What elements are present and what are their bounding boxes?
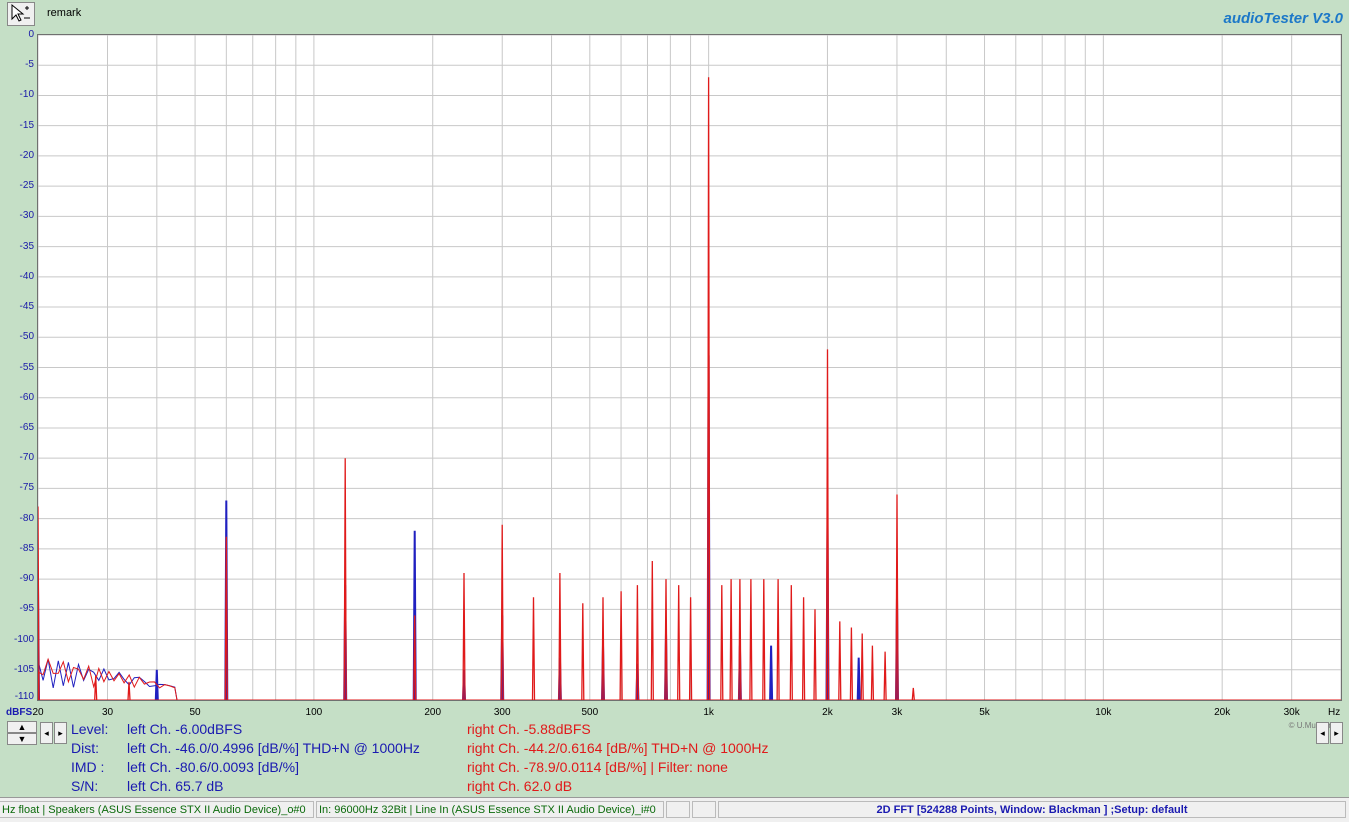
x-tick-label: 100 — [305, 707, 323, 718]
x-tick-label: 300 — [493, 707, 511, 718]
y-range-up-button[interactable]: ▲ — [7, 721, 37, 733]
right-channel-peak — [650, 560, 654, 700]
y-tick-label: -80 — [19, 512, 34, 524]
y-tick-label: -100 — [13, 633, 34, 645]
x-zoom-right-button[interactable]: ▸ — [1330, 722, 1343, 744]
y-tick-label: -25 — [19, 180, 34, 192]
right-channel-peak — [762, 579, 766, 700]
meas-label-imd: IMD : — [71, 759, 105, 775]
x-tick-label: 50 — [189, 707, 201, 718]
y-unit-label: dBFS — [6, 707, 33, 718]
y-tick-label: -50 — [19, 331, 34, 343]
y-tick-label: -70 — [19, 452, 34, 464]
status-bar: Hz float | Speakers (ASUS Essence STX II… — [0, 797, 1349, 822]
audiotester-window: remark audioTester V3.0 0 -5 -10 -15 -20 -25 -… — [0, 0, 1349, 822]
right-channel-peak — [911, 687, 915, 700]
y-tick-label: -105 — [13, 663, 34, 675]
x-scroll-left-button[interactable]: ◂ — [40, 722, 53, 744]
y-tick-label: -60 — [19, 391, 34, 403]
y-tick-label: -65 — [19, 421, 34, 433]
right-dist-value: right Ch. -44.2/0.6164 [dB/%] THD+N @ 10… — [467, 740, 769, 756]
y-tick-label: -110 — [14, 691, 34, 702]
status-empty-2 — [692, 801, 716, 818]
x-tick-label: 30k — [1283, 707, 1300, 718]
remark-label[interactable]: remark — [47, 7, 81, 19]
left-imd-value: left Ch. -80.6/0.0093 [dB/%] — [127, 759, 299, 775]
right-imd-value: right Ch. -78.9/0.0114 [dB/%] | Filter: … — [467, 759, 728, 775]
y-tick-label: -20 — [19, 149, 34, 161]
y-tick-label: -35 — [19, 240, 34, 252]
meas-label-dist: Dist: — [71, 740, 99, 756]
right-channel-peak — [789, 585, 793, 700]
x-tick-label: 2k — [822, 707, 833, 718]
right-channel-peak — [870, 645, 875, 700]
x-tick-label: 200 — [424, 707, 442, 718]
y-tick-label: -55 — [19, 361, 34, 373]
y-tick-label: -45 — [19, 301, 34, 313]
x-tick-label: 20k — [1214, 707, 1231, 718]
right-channel-peak — [883, 651, 887, 700]
meas-label-sn: S/N: — [71, 778, 99, 794]
x-tick-label: 500 — [581, 707, 599, 718]
y-range-down-button[interactable]: ▼ — [7, 733, 37, 745]
x-tick-label: 1k — [703, 707, 714, 718]
right-channel-peak — [677, 585, 681, 700]
left-dist-value: left Ch. -46.0/0.4996 [dB/%] THD+N @ 100… — [127, 740, 420, 756]
cursor-tool-button[interactable] — [7, 2, 35, 26]
y-tick-label: -90 — [19, 573, 34, 585]
left-channel-peak — [856, 657, 861, 700]
status-analysis-mode: 2D FFT [524288 Points, Window: Blackman … — [718, 801, 1346, 818]
right-channel-peak — [801, 597, 806, 700]
status-input-device: In: 96000Hz 32Bit | Line In (ASUS Essenc… — [316, 801, 664, 818]
right-channel-peak — [581, 603, 585, 700]
x-tick-label: 10k — [1095, 707, 1112, 718]
y-tick-label: -95 — [19, 603, 34, 615]
x-tick-label: 30 — [101, 707, 114, 718]
right-channel-peak — [94, 675, 98, 700]
y-tick-label: -30 — [19, 210, 34, 222]
app-brand: audioTester V3.0 — [1223, 10, 1344, 27]
meas-label-level: Level: — [71, 721, 109, 737]
arrow-down-icon: ▼ — [17, 734, 27, 744]
x-scroll-right-button[interactable]: ▸ — [54, 722, 67, 744]
right-channel-peak — [849, 627, 854, 700]
status-empty-1 — [666, 801, 690, 818]
right-channel-peak — [531, 597, 536, 700]
left-sn-value: left Ch. 65.7 dB — [127, 778, 224, 794]
y-tick-label: 0 — [28, 29, 34, 40]
arrow-left-icon: ◂ — [1320, 727, 1325, 738]
left-level-value: left Ch. -6.00dBFS — [127, 721, 243, 737]
x-unit-label: Hz — [1328, 707, 1341, 718]
right-channel-peak — [749, 579, 753, 700]
right-channel-peak — [838, 621, 842, 700]
y-tick-label: -40 — [19, 270, 34, 282]
arrow-right-icon: ▸ — [1334, 727, 1339, 738]
right-level-value: right Ch. -5.88dBFS — [467, 721, 591, 737]
y-tick-label: -15 — [19, 119, 34, 131]
status-output-device: Hz float | Speakers (ASUS Essence STX II… — [0, 801, 314, 818]
fft-chart — [38, 35, 1341, 700]
left-channel-peak — [769, 645, 774, 700]
x-tick-label: 20 — [32, 707, 44, 718]
y-tick-label: -75 — [19, 482, 34, 494]
y-tick-label: -10 — [19, 89, 34, 101]
right-channel-peak — [813, 609, 817, 700]
cursor-arrow-icon — [11, 3, 30, 22]
right-channel-peak — [860, 633, 864, 700]
arrow-left-icon: ◂ — [44, 727, 49, 738]
x-tick-label: 5k — [979, 707, 990, 718]
fft-plot-area[interactable]: © U.Mueller — [37, 34, 1342, 730]
right-channel-peak — [729, 579, 733, 700]
arrow-right-icon: ▸ — [58, 727, 63, 738]
y-tick-label: -5 — [25, 59, 34, 71]
right-sn-value: right Ch. 62.0 dB — [467, 778, 573, 794]
x-zoom-left-button[interactable]: ◂ — [1316, 722, 1329, 744]
right-channel-peak — [720, 585, 724, 700]
x-tick-label: 3k — [891, 707, 903, 718]
right-channel-peak — [127, 681, 131, 700]
right-channel-peak — [776, 579, 780, 700]
arrow-up-icon: ▲ — [17, 722, 27, 732]
y-tick-label: -85 — [19, 542, 34, 554]
